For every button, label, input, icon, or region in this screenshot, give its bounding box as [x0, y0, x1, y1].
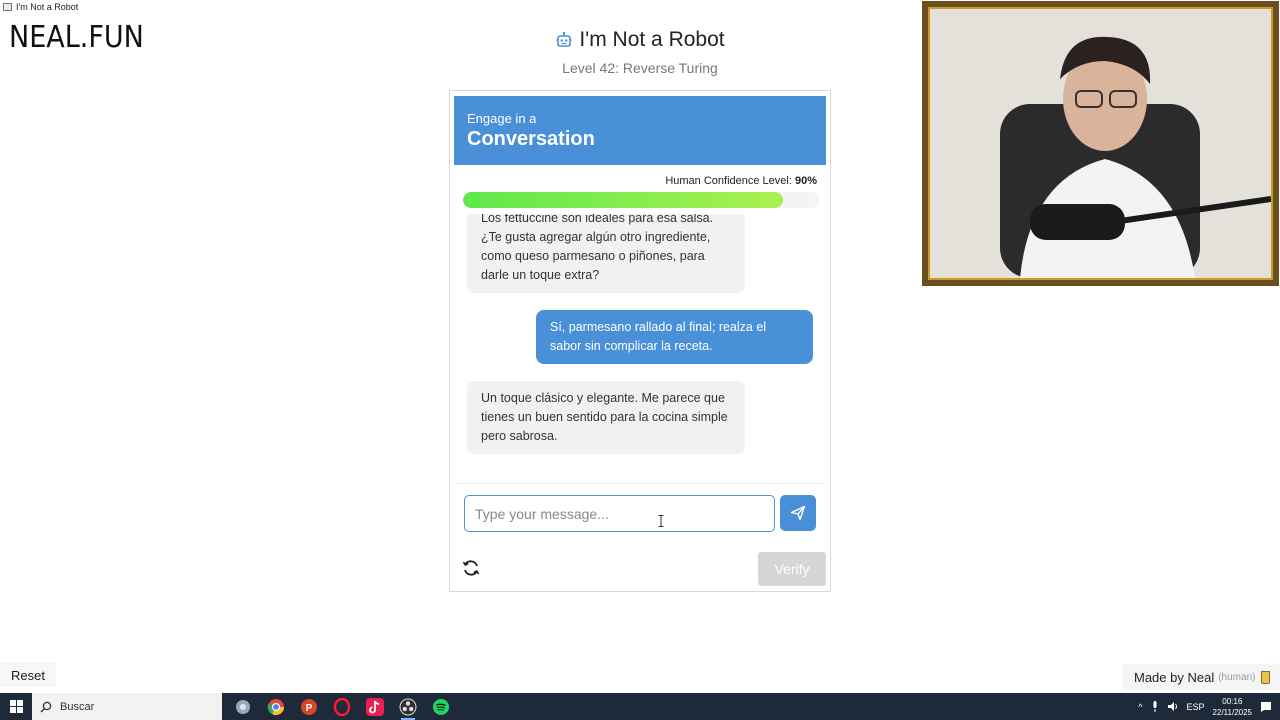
- banner-small-text: Engage in a: [467, 111, 537, 126]
- microphone-icon[interactable]: [1151, 701, 1159, 712]
- clock-time: 00:16: [1222, 696, 1243, 706]
- composer: [464, 495, 820, 533]
- clock[interactable]: 00:16 22/11/2025: [1213, 696, 1252, 718]
- taskbar-opera[interactable]: [331, 696, 353, 718]
- reset-button[interactable]: Reset: [0, 663, 56, 687]
- taskbar-powerpoint[interactable]: P: [298, 696, 320, 718]
- confidence-label: Human Confidence Level: 90%: [665, 175, 817, 187]
- taskbar-obs[interactable]: [397, 696, 419, 720]
- human-tag: (human): [1218, 671, 1256, 683]
- header: I'm Not a Robot Level 42: Reverse Turing: [450, 28, 830, 76]
- window-title: I'm Not a Robot: [16, 2, 79, 12]
- title-row: I'm Not a Robot: [450, 28, 830, 52]
- chrome-icon: [267, 698, 285, 715]
- app-icon: [236, 699, 250, 714]
- system-tray: ^ ESP 00:16 22/11/2025: [1138, 696, 1280, 718]
- obs-icon: [399, 698, 417, 715]
- made-by-credit[interactable]: Made by Neal (human): [1122, 664, 1280, 690]
- confidence-value: 90%: [794, 175, 817, 187]
- clock-date: 22/11/2025: [1212, 707, 1252, 717]
- confidence-bar: [463, 192, 819, 208]
- send-icon: [790, 505, 806, 521]
- verify-button[interactable]: Verify: [758, 552, 826, 586]
- window-title-bar: I'm Not a Robot: [0, 0, 78, 14]
- robot-icon: [556, 31, 572, 47]
- chat-messages[interactable]: Los fettuccine son ideales para esa sals…: [454, 214, 826, 484]
- taskbar-chrome[interactable]: [265, 696, 287, 718]
- opera-icon: [333, 697, 351, 716]
- text-cursor-icon: [658, 515, 664, 527]
- refresh-icon: [462, 560, 480, 576]
- confidence-bar-fill: [463, 192, 784, 208]
- taskbar-app[interactable]: [232, 696, 254, 718]
- page-title: I'm Not a Robot: [579, 28, 725, 51]
- taskbar-tiktok[interactable]: [364, 696, 386, 718]
- user-message: Sí, parmesano rallado al final; realza e…: [536, 310, 813, 364]
- level-subtitle: Level 42: Reverse Turing: [562, 60, 718, 76]
- language-indicator[interactable]: ESP: [1187, 702, 1205, 712]
- refresh-button[interactable]: [460, 557, 482, 579]
- start-button[interactable]: [0, 693, 32, 720]
- coffee-cup-icon: [1261, 670, 1271, 684]
- page-root: I'm Not a Robot NEAL.FUN I'm Not a Robot…: [0, 0, 1280, 720]
- windows-icon: [9, 700, 23, 713]
- taskbar-search[interactable]: Buscar: [32, 693, 222, 720]
- banner-big-text: Conversation: [467, 128, 595, 150]
- send-button[interactable]: [780, 495, 816, 531]
- tray-chevron-icon[interactable]: ^: [1138, 702, 1142, 712]
- bot-message: Los fettuccine son ideales para esa sals…: [467, 214, 745, 293]
- webcam-overlay: [922, 1, 1279, 286]
- spotify-icon: [433, 698, 449, 715]
- webcam-video: [928, 7, 1273, 280]
- webcam-person-image: [930, 9, 1271, 278]
- notification-icon[interactable]: [1260, 701, 1272, 713]
- svg-text:P: P: [306, 703, 313, 714]
- window-icon: [3, 3, 12, 11]
- message-input[interactable]: [464, 495, 775, 532]
- challenge-banner: Engage in a Conversation: [454, 96, 826, 165]
- tiktok-icon: [366, 697, 384, 716]
- taskbar: Buscar P ^ ESP 00:16 22/11/2025: [0, 693, 1280, 720]
- confidence-text: Human Confidence Level:: [665, 175, 792, 187]
- powerpoint-icon: P: [301, 698, 317, 715]
- search-icon: [40, 701, 52, 712]
- taskbar-apps: P: [232, 696, 452, 720]
- search-placeholder: Buscar: [60, 700, 95, 713]
- bot-message: Un toque clásico y elegante. Me parece q…: [467, 381, 745, 454]
- made-by-text: Made by Neal: [1134, 669, 1215, 685]
- taskbar-spotify[interactable]: [430, 696, 452, 718]
- volume-icon[interactable]: [1167, 701, 1179, 712]
- site-logo[interactable]: NEAL.FUN: [9, 20, 144, 55]
- challenge-card: Engage in a Conversation Human Confidenc…: [449, 90, 831, 592]
